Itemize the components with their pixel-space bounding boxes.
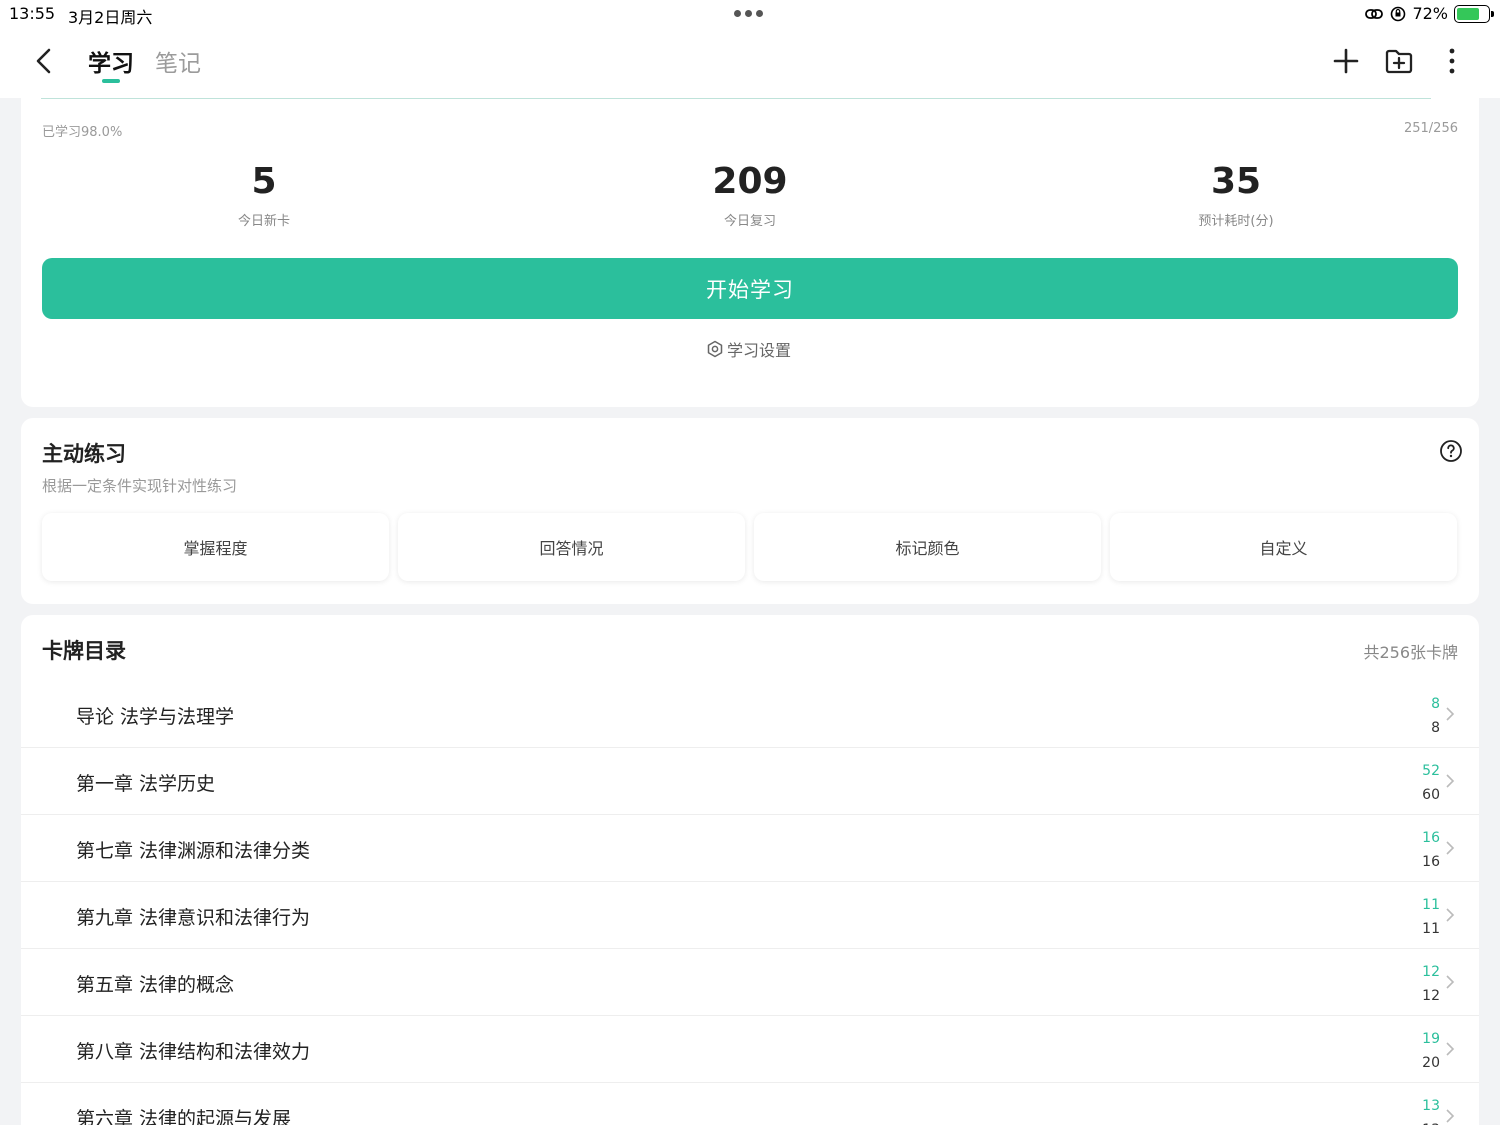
chapter-learned-count: 52 <box>1422 763 1440 779</box>
stat-value: 5 <box>251 161 277 202</box>
chapter-learned-count: 19 <box>1422 1031 1440 1047</box>
orientation-lock-icon <box>1391 6 1406 21</box>
active-tab-indicator <box>102 79 120 83</box>
top-nav: 学习 笔记 <box>0 28 1500 98</box>
chapter-row[interactable]: 第八章 法律结构和法律效力 19 20 <box>21 1016 1479 1083</box>
chapter-row[interactable]: 第一章 法学历史 52 60 <box>21 748 1479 815</box>
chapter-counts: 13 13 <box>1422 1094 1440 1125</box>
start-study-button[interactable]: 开始学习 <box>42 258 1458 319</box>
chevron-right-icon <box>1446 1042 1455 1056</box>
study-settings-link[interactable]: 学习设置 <box>706 337 791 361</box>
chapter-row[interactable]: 第九章 法律意识和法律行为 11 11 <box>21 882 1479 949</box>
status-date: 3月2日周六 <box>68 8 153 27</box>
chapter-row[interactable]: 第七章 法律渊源和法律分类 16 16 <box>21 815 1479 882</box>
chapter-name: 第八章 法律结构和法律效力 <box>76 1041 311 1063</box>
status-bar: 13:55 3月2日周六 72% <box>0 0 1500 28</box>
chapter-counts: 52 60 <box>1422 759 1440 807</box>
chapter-counts: 8 8 <box>1431 692 1440 740</box>
chevron-right-icon <box>1446 975 1455 989</box>
chapter-total-count: 11 <box>1422 921 1440 937</box>
more-icon[interactable] <box>1437 46 1467 76</box>
practice-option-mastery[interactable]: 掌握程度 <box>42 513 389 581</box>
back-icon[interactable] <box>28 44 62 78</box>
stat-estimated-time: 35 预计耗时(分) <box>1116 160 1356 229</box>
settings-icon <box>707 340 723 358</box>
practice-title: 主动练习 <box>42 442 126 466</box>
help-icon[interactable] <box>1439 439 1463 463</box>
practice-subtitle: 根据一定条件实现针对性练习 <box>42 477 238 495</box>
stat-label: 今日新卡 <box>237 214 290 229</box>
chevron-right-icon <box>1446 707 1455 721</box>
chapter-learned-count: 11 <box>1422 897 1440 913</box>
practice-option-custom[interactable]: 自定义 <box>1110 513 1457 581</box>
chapter-counts: 16 16 <box>1422 826 1440 874</box>
progress-label: 已学习98.0% <box>42 125 123 140</box>
chevron-right-icon <box>1446 841 1455 855</box>
chapter-total-count: 60 <box>1422 787 1440 803</box>
stat-label: 预计耗时(分) <box>1198 214 1274 229</box>
catalog-title: 卡牌目录 <box>42 639 126 663</box>
folder-add-icon[interactable] <box>1384 46 1414 76</box>
chevron-right-icon <box>1446 908 1455 922</box>
chapter-row[interactable]: 第六章 法律的起源与发展 13 13 <box>21 1083 1479 1125</box>
stat-new-cards: 5 今日新卡 <box>144 160 384 229</box>
chapter-counts: 12 12 <box>1422 960 1440 1008</box>
chapter-learned-count: 8 <box>1431 696 1440 712</box>
chapter-name: 第六章 法律的起源与发展 <box>76 1108 292 1125</box>
battery-percent: 72% <box>1412 4 1448 23</box>
chapter-row[interactable]: 第五章 法律的概念 12 12 <box>21 949 1479 1016</box>
stat-review: 209 今日复习 <box>630 160 870 229</box>
chapter-name: 导论 法学与法理学 <box>76 706 235 728</box>
chapter-list: 导论 法学与法理学 8 8 第一章 法学历史 52 60 第七章 法律渊源和法律… <box>21 681 1479 1125</box>
chapter-name: 第五章 法律的概念 <box>76 974 235 996</box>
link-icon <box>1365 8 1384 19</box>
chapter-total-count: 13 <box>1422 1118 1440 1125</box>
catalog-count: 共256张卡牌 <box>1363 643 1458 662</box>
chapter-total-count: 8 <box>1431 720 1440 736</box>
plus-icon[interactable] <box>1331 46 1361 76</box>
tab-study[interactable]: 学习 <box>88 44 134 78</box>
multitask-dots-icon[interactable] <box>734 10 763 17</box>
chapter-learned-count: 16 <box>1422 830 1440 846</box>
status-indicators: 72% <box>1364 4 1494 23</box>
status-time: 13:55 <box>9 4 56 23</box>
chapter-total-count: 12 <box>1422 988 1440 1004</box>
stat-label: 今日复习 <box>723 214 776 229</box>
progress-count: 251/256 <box>1403 121 1458 136</box>
chapter-counts: 11 11 <box>1422 893 1440 941</box>
study-summary-card: 已学习98.0% 251/256 5 今日新卡 209 今日复习 35 预计耗时… <box>21 98 1479 407</box>
chevron-right-icon <box>1446 1109 1455 1123</box>
chapter-name: 第一章 法学历史 <box>76 773 216 795</box>
practice-option-answers[interactable]: 回答情况 <box>398 513 745 581</box>
practice-option-mark-color[interactable]: 标记颜色 <box>754 513 1101 581</box>
chapter-learned-count: 12 <box>1422 964 1440 980</box>
card-catalog: 卡牌目录 共256张卡牌 导论 法学与法理学 8 8 第一章 法学历史 52 6… <box>21 615 1479 1125</box>
stat-value: 209 <box>712 161 788 202</box>
chevron-right-icon <box>1446 774 1455 788</box>
chapter-row[interactable]: 导论 法学与法理学 8 8 <box>21 681 1479 748</box>
progress-divider <box>41 98 1431 99</box>
chapter-total-count: 16 <box>1422 854 1440 870</box>
study-settings-label: 学习设置 <box>727 341 792 360</box>
chapter-name: 第七章 法律渊源和法律分类 <box>76 840 311 862</box>
tab-notes[interactable]: 笔记 <box>155 44 201 78</box>
chapter-learned-count: 13 <box>1422 1098 1440 1114</box>
chapter-total-count: 20 <box>1422 1055 1440 1071</box>
battery-icon <box>1454 4 1494 23</box>
chapter-name: 第九章 法律意识和法律行为 <box>76 907 311 929</box>
active-practice-card: 主动练习 根据一定条件实现针对性练习 掌握程度 回答情况 标记颜色 自定义 <box>21 418 1479 604</box>
chapter-counts: 19 20 <box>1422 1027 1440 1075</box>
stat-value: 35 <box>1210 161 1262 202</box>
